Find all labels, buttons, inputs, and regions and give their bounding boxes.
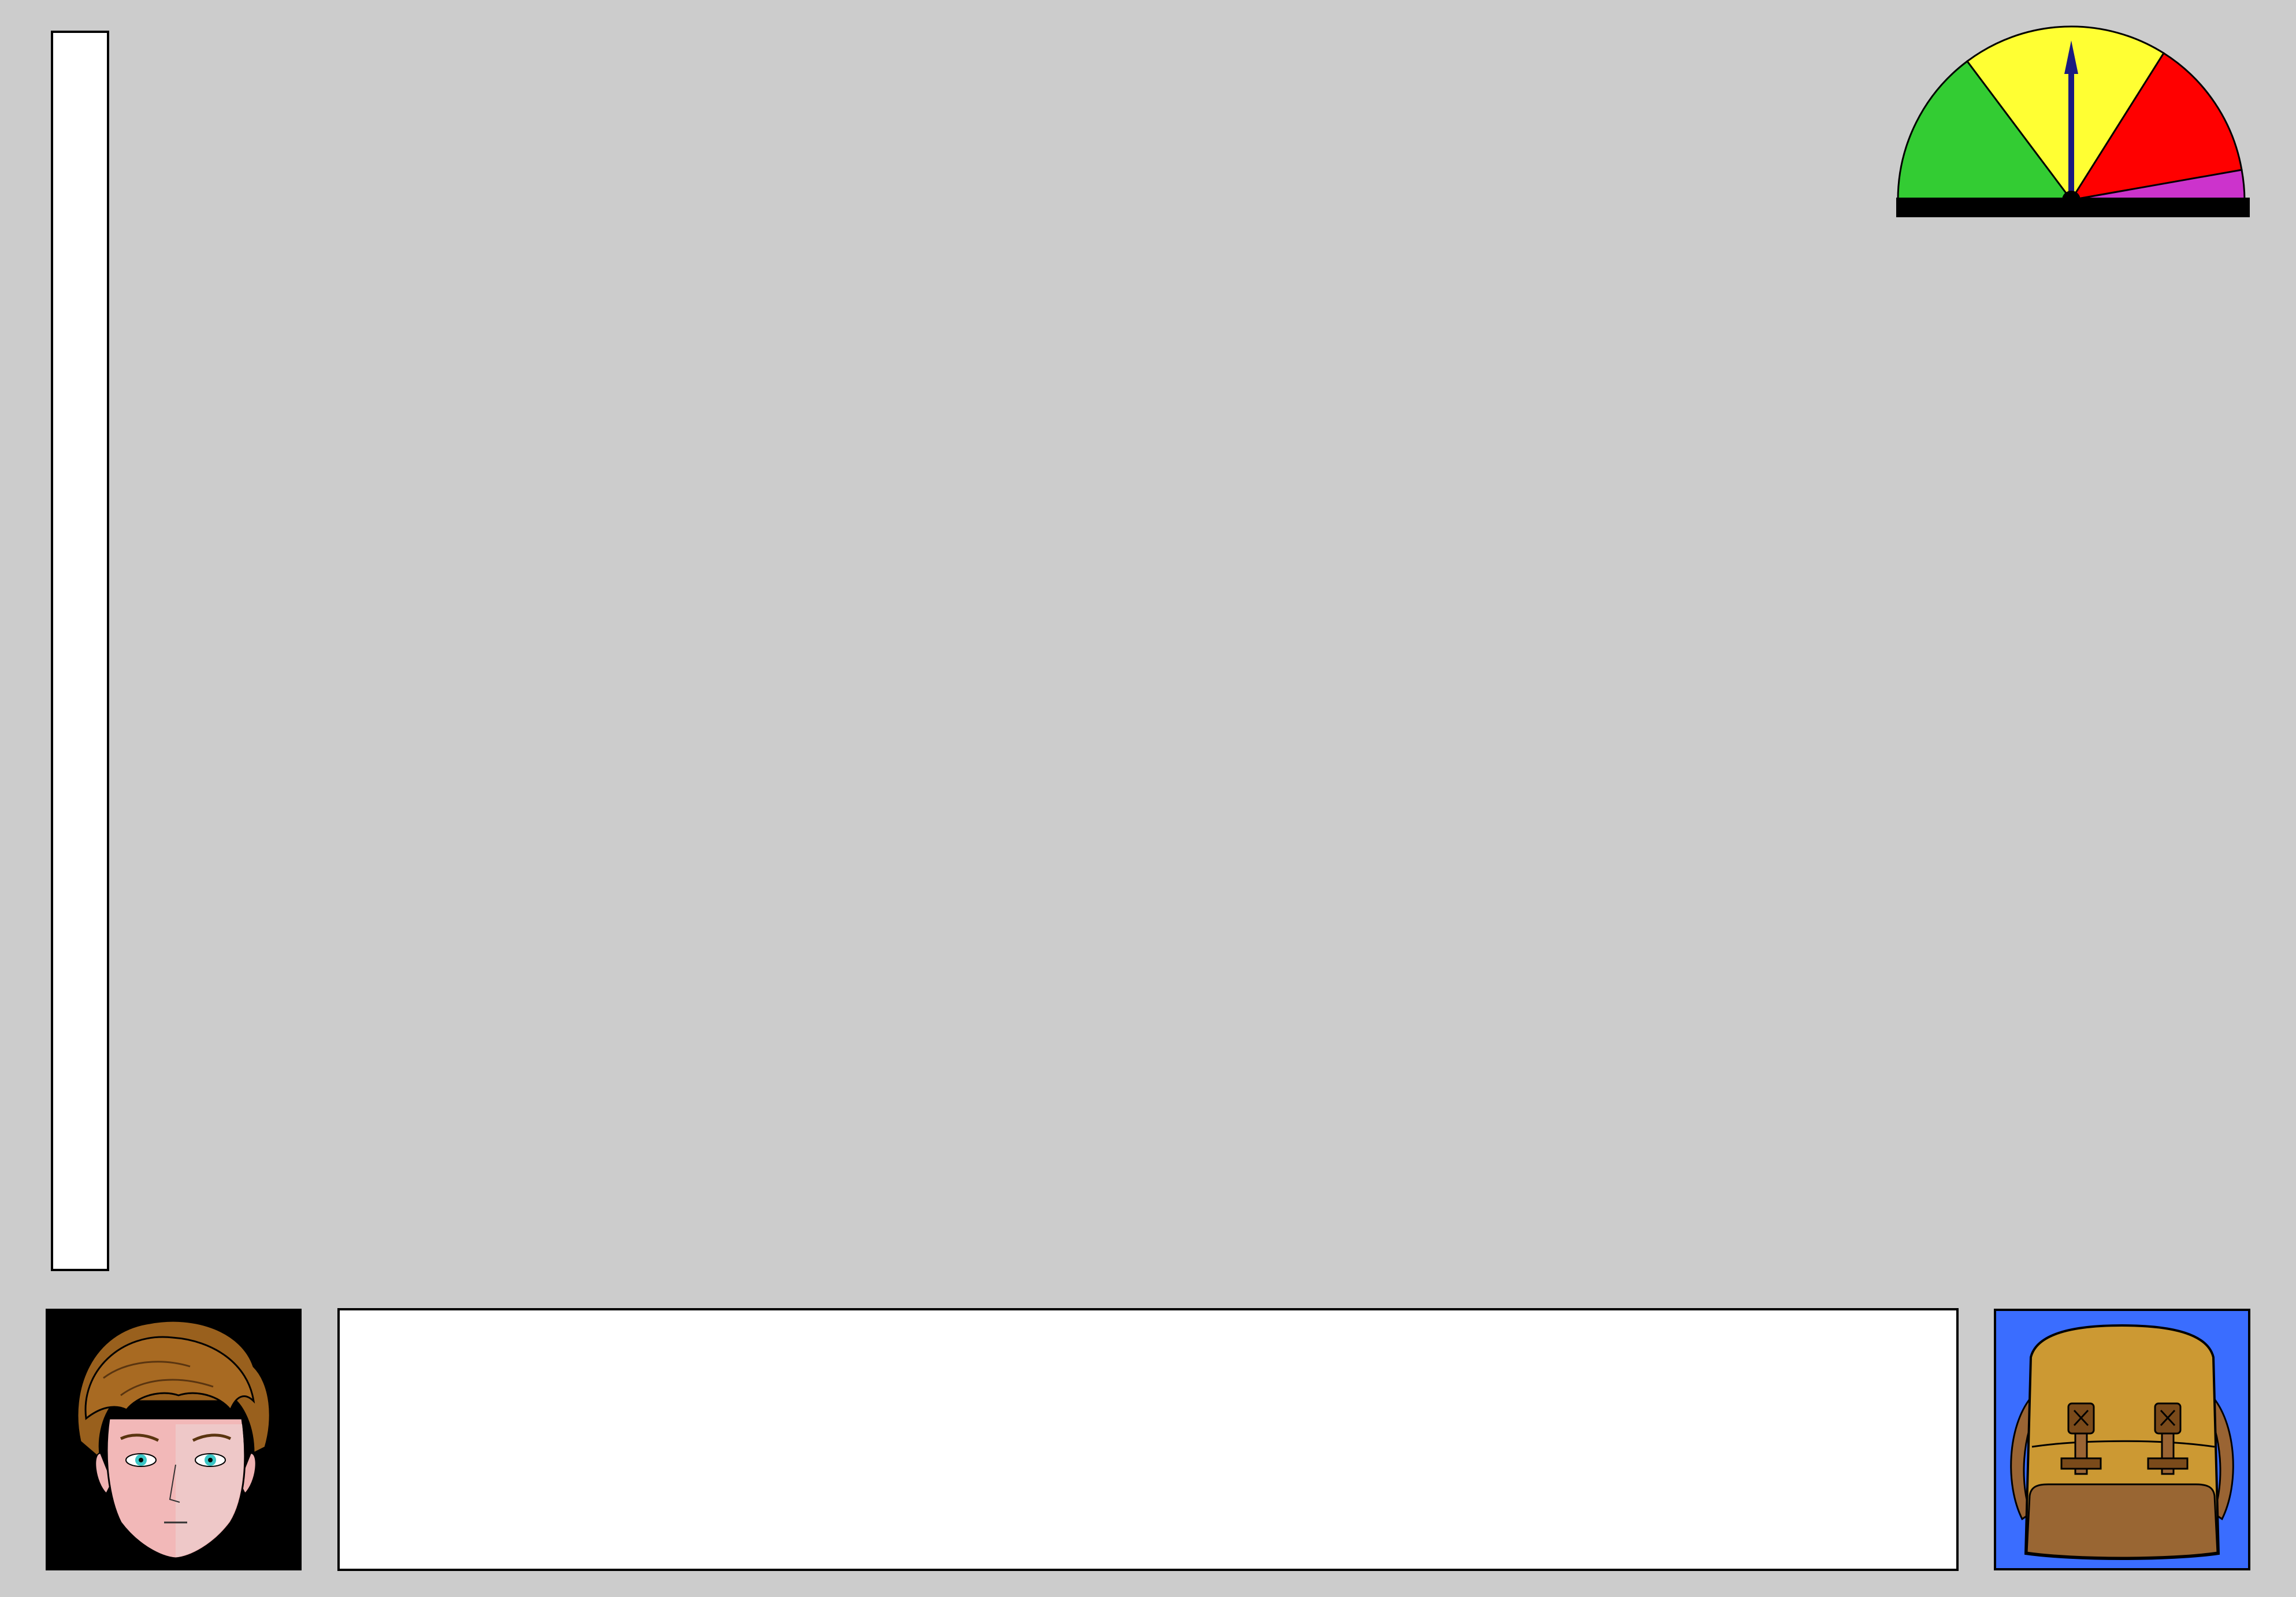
- character-portrait[interactable]: [46, 1309, 302, 1570]
- danger-gauge: [1895, 23, 2253, 231]
- message-box: [337, 1308, 1959, 1571]
- backpack-icon: [2010, 1324, 2234, 1560]
- gauge-pivot: [2062, 191, 2080, 209]
- inventory-button[interactable]: [1994, 1309, 2250, 1570]
- character-portrait-icon: [76, 1320, 271, 1559]
- side-panel: [51, 31, 109, 1271]
- gauge-svg: [1896, 25, 2250, 217]
